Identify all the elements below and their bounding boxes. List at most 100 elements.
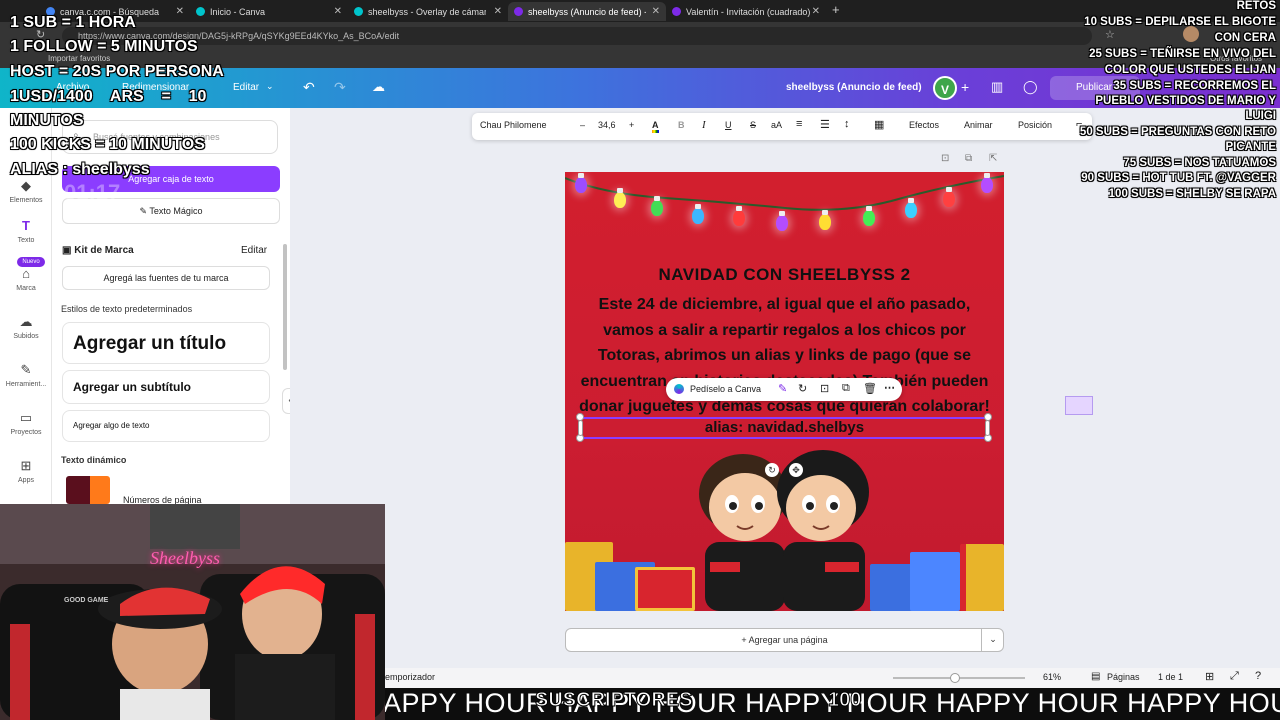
- rail-projects[interactable]: ▭ Proyectos: [0, 410, 52, 436]
- lock-icon[interactable]: ⊡: [941, 153, 949, 164]
- pages-icon: ▤: [1091, 671, 1101, 682]
- selection-box[interactable]: [580, 417, 989, 439]
- analytics-icon[interactable]: ▥: [991, 79, 1003, 95]
- close-icon[interactable]: ✕: [812, 6, 820, 17]
- browser-tab[interactable]: Valentín - Invitación (cuadrado) ✕: [666, 2, 826, 21]
- canva-icon: [196, 7, 205, 16]
- chevron-down-icon[interactable]: ⌄: [266, 81, 274, 92]
- transparency-icon[interactable]: ▦: [874, 118, 884, 131]
- draw-icon: ✎: [20, 362, 32, 377]
- close-icon[interactable]: ✕: [334, 6, 342, 17]
- rail-elements[interactable]: ◆ Elementos: [0, 178, 52, 204]
- more-options-icon[interactable]: ⋯: [884, 381, 895, 394]
- overlay-line: 35 SUBS = RECORREMOS EL: [1113, 80, 1277, 93]
- redo-icon[interactable]: ↷: [334, 79, 346, 96]
- spacing-icon[interactable]: ↕: [844, 118, 850, 130]
- poster-title[interactable]: NAVIDAD CON SHEELBYSS 2: [565, 265, 1004, 285]
- bold-button[interactable]: B: [678, 120, 685, 130]
- overlay-line: PUEBLO VESTIDOS DE MARIO Y: [1095, 95, 1277, 108]
- add-body-text-option[interactable]: Agregar algo de texto: [62, 410, 270, 442]
- magic-edit-icon[interactable]: ✎: [778, 382, 787, 395]
- close-icon[interactable]: ✕: [494, 6, 502, 17]
- position-button[interactable]: Posición: [1018, 120, 1052, 130]
- user-avatar[interactable]: V: [933, 76, 957, 100]
- chair-logo: GOOD GAME: [64, 597, 109, 604]
- overlay-line: LUIGI: [1245, 110, 1277, 123]
- subs-count: 100: [827, 689, 862, 712]
- animate-button[interactable]: Animar: [964, 120, 993, 130]
- side-handle[interactable]: [985, 420, 990, 436]
- page-numbers-thumbnail[interactable]: [66, 476, 110, 504]
- rail-tools[interactable]: ✎ Herramient...: [0, 362, 52, 388]
- add-page-button[interactable]: + Agregar una página: [565, 628, 1004, 652]
- overlay-line: 1 FOLLOW = 5 MINUTOS: [10, 38, 199, 56]
- new-tab-button[interactable]: +: [832, 2, 840, 17]
- overlay-line: HOST = 20S POR PERSONA: [10, 63, 225, 81]
- font-size-input[interactable]: 34,6: [598, 120, 616, 130]
- light-bulb: [692, 204, 704, 224]
- grid-view-icon[interactable]: ⊞: [1205, 670, 1214, 683]
- list-icon[interactable]: ☰: [820, 118, 830, 131]
- rail-brand[interactable]: ⌂ Marca: [0, 266, 52, 292]
- panel-scrollbar[interactable]: [283, 244, 287, 370]
- text-color-icon[interactable]: A: [652, 120, 659, 133]
- italic-button[interactable]: I: [702, 119, 706, 131]
- timer-button[interactable]: emporizador: [385, 672, 435, 682]
- chevron-down-icon[interactable]: ⌄: [981, 628, 1004, 652]
- rotate-icon[interactable]: ↻: [765, 463, 779, 477]
- light-bulb: [943, 187, 955, 207]
- pages-button[interactable]: Páginas: [1107, 672, 1140, 682]
- apps-grid-icon: ⊞: [20, 458, 32, 473]
- zoom-level[interactable]: 61%: [1043, 672, 1061, 682]
- rail-text[interactable]: T Texto: [0, 218, 52, 244]
- zoom-slider-thumb[interactable]: [950, 673, 960, 683]
- undo-icon[interactable]: ↶: [303, 79, 315, 96]
- font-size-decrease[interactable]: –: [580, 120, 585, 130]
- side-handle[interactable]: [578, 420, 583, 436]
- font-size-increase[interactable]: +: [629, 120, 634, 130]
- font-family-select[interactable]: Chau Philomene: [480, 120, 547, 130]
- editor-footer: emporizador 61% ▤ Páginas 1 de 1 ⊞ ⤢ ?: [385, 668, 1280, 688]
- overlay-line: 75 SUBS = NOS TATUAMOS: [1123, 157, 1277, 170]
- align-center-icon[interactable]: ≡: [796, 118, 802, 130]
- duplicate-icon[interactable]: ⧉: [965, 153, 972, 164]
- edit-menu[interactable]: Editar: [233, 82, 259, 93]
- share-icon[interactable]: ⇱: [989, 153, 997, 164]
- lock-icon[interactable]: ⊡: [820, 382, 829, 395]
- browser-tab-active[interactable]: sheelbyss (Anuncio de feed) - Anuncio ✕: [508, 2, 666, 21]
- strikethrough-button[interactable]: S: [750, 120, 756, 130]
- brand-kit-edit-link[interactable]: Editar: [241, 245, 267, 256]
- fullscreen-icon[interactable]: ⤢: [1230, 670, 1239, 683]
- url-field[interactable]: https://www.canva.com/design/DAG5j-kRPgA…: [62, 27, 1092, 45]
- gift-box: [910, 552, 960, 611]
- add-subtitle-option[interactable]: Agregar un subtítulo: [62, 370, 270, 404]
- profile-avatar[interactable]: [1183, 26, 1199, 42]
- trash-icon[interactable]: 🗑: [863, 382, 877, 395]
- replace-icon[interactable]: ↻: [798, 382, 807, 395]
- add-collaborator-icon[interactable]: +: [961, 79, 969, 95]
- help-icon[interactable]: ?: [1255, 670, 1261, 682]
- comment-icon[interactable]: ◯: [1023, 79, 1038, 95]
- light-bulb: [614, 188, 626, 208]
- move-icon[interactable]: ✥: [789, 463, 803, 477]
- rail-apps[interactable]: ⊞ Apps: [0, 458, 52, 484]
- letter-case-button[interactable]: aA: [771, 120, 782, 130]
- canva-ai-icon: [674, 384, 684, 394]
- document-title[interactable]: sheelbyss (Anuncio de feed): [786, 82, 922, 93]
- add-brand-fonts-button[interactable]: Agregá las fuentes de tu marca: [62, 266, 270, 290]
- rail-uploads[interactable]: ☁ Subidos: [0, 314, 52, 340]
- close-icon[interactable]: ✕: [176, 6, 184, 17]
- screen: canva.c.com - Búsqueda ✕ Inicio - Canva …: [0, 0, 1280, 720]
- duplicate-icon[interactable]: ⧉: [842, 382, 850, 395]
- add-title-option[interactable]: Agregar un título: [62, 322, 270, 364]
- browser-tab[interactable]: Inicio - Canva ✕: [190, 2, 348, 21]
- star-icon[interactable]: ☆: [1105, 28, 1115, 41]
- overlay-line: 1 SUB = 1 HORA: [10, 14, 137, 32]
- brand-icon: ⌂: [22, 266, 30, 281]
- browser-tab[interactable]: sheelbyss - Overlay de cámara web ✕: [348, 2, 508, 21]
- cloud-sync-icon[interactable]: ☁: [372, 79, 385, 95]
- close-icon[interactable]: ✕: [652, 6, 660, 17]
- effects-button[interactable]: Efectos: [909, 120, 939, 130]
- underline-button[interactable]: U: [725, 120, 732, 130]
- ask-canva-button[interactable]: Pedíselo a Canva: [690, 384, 761, 394]
